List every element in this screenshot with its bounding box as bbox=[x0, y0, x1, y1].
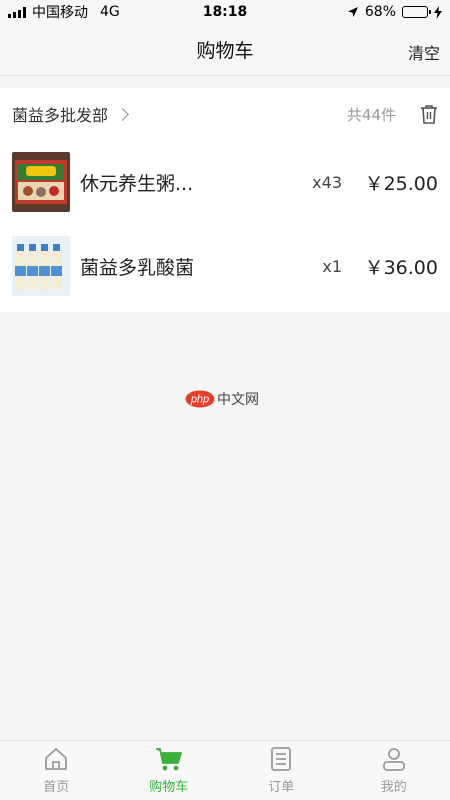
order-icon bbox=[271, 747, 292, 771]
store-name: 菌益多批发部 bbox=[12, 106, 109, 125]
charging-bolt-icon bbox=[434, 5, 442, 19]
tab-home[interactable]: 首页 bbox=[0, 741, 113, 800]
watermark-logo: php 中文网 bbox=[185, 389, 259, 409]
watermark-text: 中文网 bbox=[217, 392, 259, 408]
store-header: 菌益多批发部 共44件 bbox=[0, 88, 450, 140]
item-quantity: x43 bbox=[312, 172, 342, 192]
cart-item[interactable]: 休元养生粥... x43 ￥25.00 bbox=[0, 140, 450, 224]
tab-label: 订单 bbox=[268, 780, 295, 795]
store-link[interactable]: 菌益多批发部 bbox=[12, 102, 129, 126]
home-icon bbox=[45, 748, 68, 770]
tab-bar: 首页 购物车 订单 我的 bbox=[0, 740, 450, 800]
profile-icon bbox=[382, 748, 405, 771]
location-arrow-icon bbox=[347, 7, 358, 17]
porridge-box-image bbox=[12, 152, 70, 212]
item-name: 休元养生粥... bbox=[80, 172, 194, 195]
network-label: 4G bbox=[100, 4, 120, 20]
cart-item[interactable]: 菌益多乳酸菌 x1 ￥36.00 bbox=[0, 224, 450, 308]
carrier-label: 中国移动 bbox=[32, 5, 88, 21]
cart-store-group: 菌益多批发部 共44件 休元养生粥... x43 ￥25.00 菌益多乳酸菌 x… bbox=[0, 88, 450, 312]
tab-orders[interactable]: 订单 bbox=[225, 741, 338, 800]
watermark-brand: php bbox=[190, 394, 209, 406]
trash-icon[interactable] bbox=[420, 104, 438, 124]
status-bar: 中国移动 4G 18:18 68% bbox=[0, 0, 450, 24]
battery-icon bbox=[402, 6, 431, 18]
yogurt-bottles-image bbox=[12, 236, 70, 296]
cart-icon bbox=[155, 748, 182, 771]
nav-bar: 购物车 清空 bbox=[0, 24, 450, 76]
page-title: 购物车 bbox=[196, 40, 254, 62]
item-price: ￥36.00 bbox=[364, 256, 438, 279]
item-quantity: x1 bbox=[322, 256, 342, 276]
battery-percent: 68% bbox=[364, 4, 396, 20]
tab-cart[interactable]: 购物车 bbox=[113, 741, 226, 800]
clear-cart-button[interactable]: 清空 bbox=[408, 40, 440, 64]
item-price: ￥25.00 bbox=[364, 172, 438, 195]
status-right: 68% bbox=[347, 4, 442, 20]
item-name: 菌益多乳酸菌 bbox=[80, 256, 195, 279]
tab-label: 首页 bbox=[43, 780, 70, 795]
status-left: 中国移动 4G bbox=[8, 2, 120, 22]
chevron-right-icon bbox=[116, 107, 129, 121]
tab-profile[interactable]: 我的 bbox=[338, 741, 450, 800]
tab-label: 我的 bbox=[380, 780, 407, 795]
signal-icon bbox=[8, 6, 26, 18]
store-item-count: 共44件 bbox=[346, 105, 396, 124]
tab-label: 购物车 bbox=[149, 780, 189, 795]
